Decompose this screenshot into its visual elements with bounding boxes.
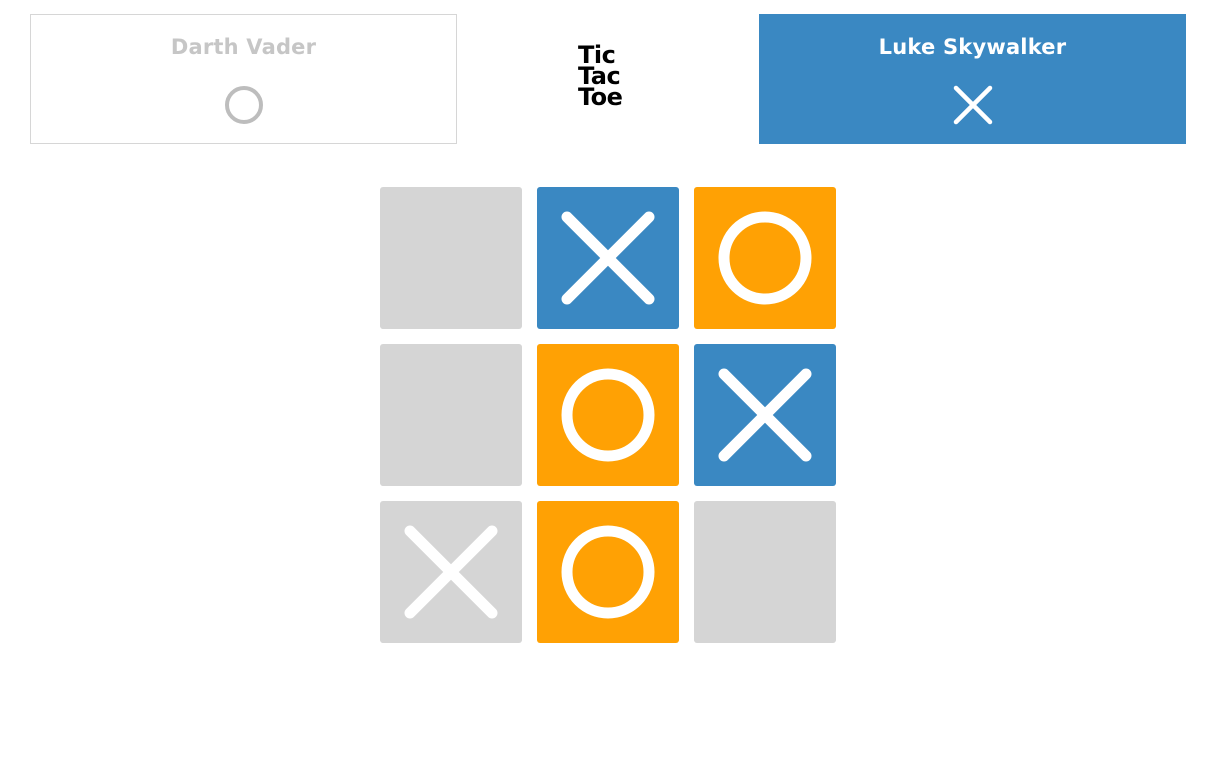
game-logo: Tic Tac Toe (578, 43, 648, 111)
player-card-luke-skywalker: Luke Skywalker (759, 14, 1186, 144)
player-o-icon (222, 83, 266, 127)
o-stroke (561, 525, 655, 619)
board-cell-4[interactable] (380, 344, 522, 486)
board-cell-1[interactable] (380, 187, 522, 329)
o-mark-icon (718, 211, 812, 305)
o-stroke (718, 211, 812, 305)
o-mark-icon (561, 368, 655, 462)
logo-line-toe: Toe (578, 83, 623, 111)
o-stroke (561, 368, 655, 462)
board-cell-6[interactable] (694, 344, 836, 486)
board-cell-3[interactable] (694, 187, 836, 329)
x-mark-icon (561, 211, 655, 305)
player-x-icon (951, 83, 995, 127)
player-name: Luke Skywalker (878, 35, 1067, 59)
o-mark-icon (561, 525, 655, 619)
x-mark-icon (718, 368, 812, 462)
x-mark-icon (404, 525, 498, 619)
board-cell-7[interactable] (380, 501, 522, 643)
board-cell-2[interactable] (537, 187, 679, 329)
game-board (380, 187, 836, 643)
player-card-darth-vader: Darth Vader (30, 14, 457, 144)
board-cell-9[interactable] (694, 501, 836, 643)
board-cell-8[interactable] (537, 501, 679, 643)
player-name: Darth Vader (170, 35, 317, 59)
board-cell-5[interactable] (537, 344, 679, 486)
